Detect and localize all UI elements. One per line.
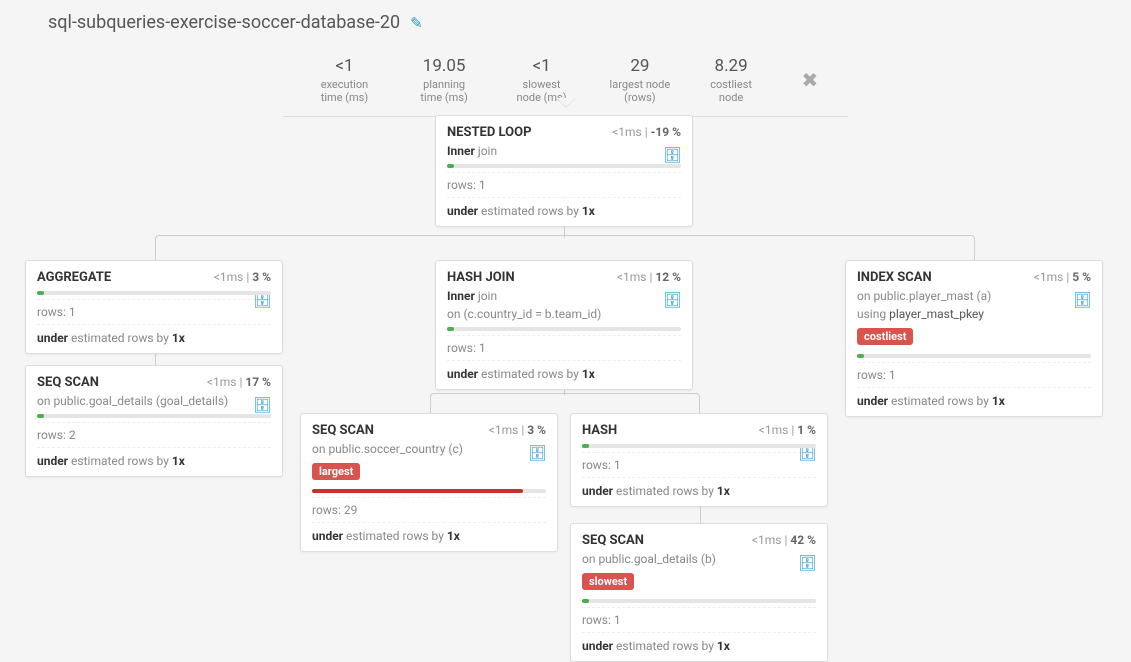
slowest-badge: slowest bbox=[582, 573, 634, 590]
node-metrics: <1ms | 3 % bbox=[489, 423, 546, 437]
estimate-note: under estimated rows by 1x bbox=[582, 632, 816, 653]
node-metrics: <1ms | 5 % bbox=[1034, 270, 1091, 284]
node-subtitle: Inner join bbox=[447, 289, 681, 303]
estimate-note: under estimated rows by 1x bbox=[582, 477, 816, 498]
node-aggregate[interactable]: AGGREGATE <1ms | 3 % 🗄 rows: 1 under est… bbox=[25, 260, 283, 354]
stat-label: largest node (rows) bbox=[609, 78, 671, 104]
stat-value: 29 bbox=[609, 56, 671, 76]
stat-costliest-node: 8.29 costliest node bbox=[709, 56, 754, 104]
stat-value: <1 bbox=[512, 56, 571, 76]
node-title: INDEX SCAN bbox=[857, 270, 932, 285]
node-metrics: <1ms | 17 % bbox=[207, 375, 271, 389]
node-subtitle: on public.goal_details (goal_details) bbox=[37, 394, 271, 408]
estimate-note: under estimated rows by 1x bbox=[37, 324, 271, 345]
stat-label: planning time (ms) bbox=[414, 78, 474, 104]
stat-value: 8.29 bbox=[709, 56, 754, 76]
progress-bar bbox=[312, 489, 546, 493]
node-nested-loop[interactable]: NESTED LOOP <1ms | -19 % Inner join 🗄 ro… bbox=[435, 115, 693, 227]
database-icon[interactable]: 🗄 bbox=[1073, 291, 1092, 309]
rows-count: rows: 1 bbox=[582, 607, 816, 627]
stat-execution-time: <1 execution time (ms) bbox=[313, 56, 376, 104]
rows-count: rows: 1 bbox=[582, 452, 816, 472]
node-title: AGGREGATE bbox=[37, 270, 111, 285]
node-title: SEQ SCAN bbox=[312, 423, 374, 438]
database-icon[interactable]: 🗄 bbox=[528, 444, 547, 462]
database-icon[interactable]: 🗄 bbox=[663, 291, 682, 309]
node-title: HASH JOIN bbox=[447, 270, 515, 285]
database-icon[interactable]: 🗄 bbox=[663, 146, 682, 164]
node-seq-scan-soccer-country[interactable]: SEQ SCAN <1ms | 3 % on public.soccer_cou… bbox=[300, 413, 558, 552]
page-title-row: sql-subqueries-exercise-soccer-database-… bbox=[48, 12, 423, 33]
stat-planning-time: 19.05 planning time (ms) bbox=[414, 56, 474, 104]
largest-badge: largest bbox=[312, 463, 360, 480]
estimate-note: under estimated rows by 1x bbox=[447, 197, 681, 218]
edit-icon[interactable]: ✎ bbox=[410, 14, 423, 32]
estimate-note: under estimated rows by 1x bbox=[312, 522, 546, 543]
node-metrics: <1ms | 1 % bbox=[759, 423, 816, 437]
node-subtitle: on public.goal_details (b) bbox=[582, 552, 816, 566]
progress-bar bbox=[447, 164, 681, 168]
rows-count: rows: 1 bbox=[447, 172, 681, 192]
stat-value: 19.05 bbox=[414, 56, 474, 76]
node-title: NESTED LOOP bbox=[447, 125, 531, 140]
stat-label: execution time (ms) bbox=[313, 78, 376, 104]
costliest-badge: costliest bbox=[857, 328, 913, 345]
estimate-note: under estimated rows by 1x bbox=[447, 360, 681, 381]
page-title: sql-subqueries-exercise-soccer-database-… bbox=[48, 12, 400, 33]
rows-count: rows: 1 bbox=[447, 335, 681, 355]
node-hash-join[interactable]: HASH JOIN <1ms | 12 % Inner join on (c.c… bbox=[435, 260, 693, 390]
progress-bar bbox=[582, 444, 816, 448]
progress-bar bbox=[582, 599, 816, 603]
stat-label: costliest node bbox=[709, 78, 754, 104]
progress-bar bbox=[37, 291, 271, 295]
node-metrics: <1ms | -19 % bbox=[612, 125, 681, 139]
progress-bar bbox=[857, 354, 1091, 358]
progress-bar bbox=[447, 327, 681, 331]
node-subtitle-2: on (c.country_id = b.team_id) bbox=[447, 307, 681, 321]
estimate-note: under estimated rows by 1x bbox=[37, 447, 271, 468]
rows-count: rows: 1 bbox=[857, 362, 1091, 382]
node-index-scan[interactable]: INDEX SCAN <1ms | 5 % on public.player_m… bbox=[845, 260, 1103, 417]
node-title: SEQ SCAN bbox=[37, 375, 99, 390]
connector bbox=[430, 393, 700, 413]
node-subtitle-2: using player_mast_pkey bbox=[857, 307, 1091, 321]
pointer-icon bbox=[556, 98, 576, 108]
node-title: SEQ SCAN bbox=[582, 533, 644, 548]
close-icon[interactable]: ✖ bbox=[801, 68, 818, 92]
node-subtitle: on public.soccer_country (c) bbox=[312, 442, 546, 456]
rows-count: rows: 2 bbox=[37, 422, 271, 442]
database-icon[interactable]: 🗄 bbox=[253, 396, 272, 414]
rows-count: rows: 1 bbox=[37, 299, 271, 319]
stat-value: <1 bbox=[313, 56, 376, 76]
node-seq-scan-goal-details[interactable]: SEQ SCAN <1ms | 17 % on public.goal_deta… bbox=[25, 365, 283, 477]
node-subtitle: on public.player_mast (a) bbox=[857, 289, 1091, 303]
progress-bar bbox=[37, 414, 271, 418]
rows-count: rows: 29 bbox=[312, 497, 546, 517]
node-metrics: <1ms | 42 % bbox=[752, 533, 816, 547]
node-hash[interactable]: HASH <1ms | 1 % 🗄 rows: 1 under estimate… bbox=[570, 413, 828, 507]
node-metrics: <1ms | 3 % bbox=[214, 270, 271, 284]
stat-largest-node: 29 largest node (rows) bbox=[609, 56, 671, 104]
node-subtitle: Inner join bbox=[447, 144, 681, 158]
estimate-note: under estimated rows by 1x bbox=[857, 387, 1091, 408]
database-icon[interactable]: 🗄 bbox=[798, 554, 817, 572]
stat-slowest-node: <1 slowest node (ms) bbox=[512, 56, 571, 104]
node-title: HASH bbox=[582, 423, 617, 438]
node-metrics: <1ms | 12 % bbox=[617, 270, 681, 284]
node-seq-scan-goal-details-b[interactable]: SEQ SCAN <1ms | 42 % on public.goal_deta… bbox=[570, 523, 828, 662]
